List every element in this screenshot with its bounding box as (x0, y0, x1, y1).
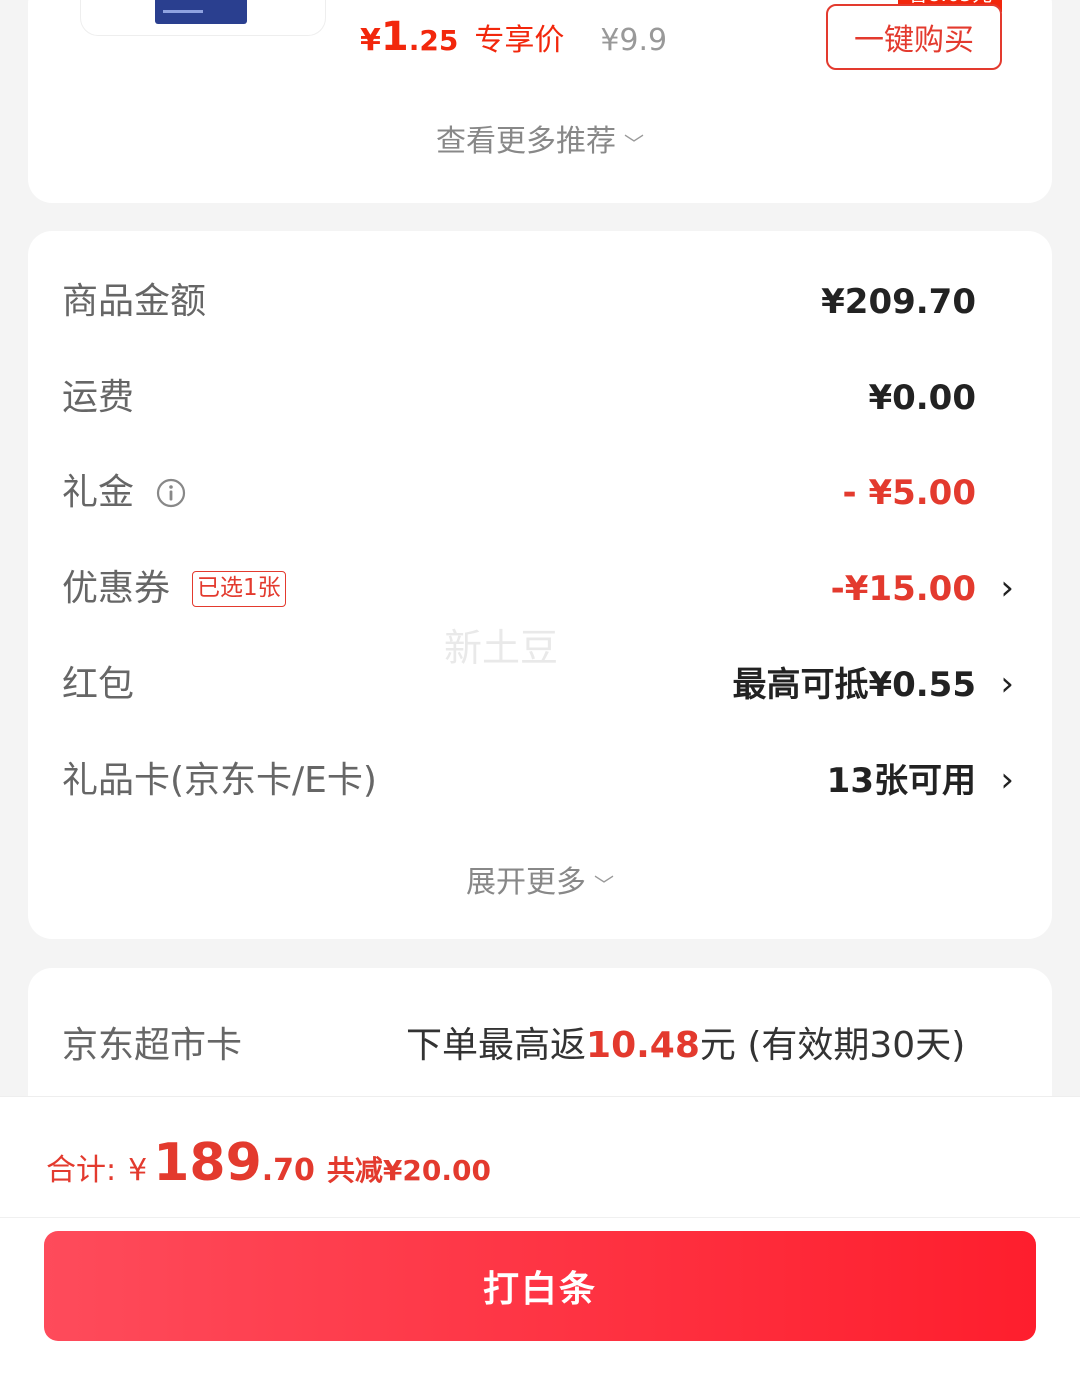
more-recommend-link[interactable]: 查看更多推荐 ﹀ (28, 116, 1052, 160)
amount-card: 新土豆 商品金额 ¥209.70 运费 ¥0.00 礼金 - ¥5.00 优惠券… (28, 231, 1052, 939)
supermarket-card-label: 京东超市卡 (62, 1025, 243, 1066)
coupon-row[interactable]: 优惠券 已选1张 -¥15.00 › (28, 559, 1052, 619)
chevron-down-icon: ﹀ (624, 132, 644, 156)
expand-more-label: 展开更多 (466, 865, 586, 900)
gift-card-row[interactable]: 礼品卡(京东卡/E卡) 13张可用 › (28, 751, 1052, 811)
shipping-row: 运费 ¥0.00 (28, 368, 1052, 428)
recommend-card: ¥ 1 .25 专享价 ¥9.9 省8.65元 一键购买 查看更多推荐﹀ (28, 0, 1052, 203)
total-decimal: .70 (261, 1153, 315, 1188)
recommend-price: ¥ 1 .25 专享价 ¥9.9 (360, 14, 667, 64)
product-image[interactable] (80, 0, 326, 36)
product-package-image (155, 0, 247, 24)
red-packet-value: 最高可抵¥0.55 (732, 665, 976, 705)
red-packet-label: 红包 (62, 664, 135, 705)
gift-money-value: - ¥5.00 (842, 473, 977, 513)
gift-card-label: 礼品卡(京东卡/E卡) (62, 760, 377, 801)
original-price: ¥9.9 (600, 23, 668, 58)
chevron-right-icon: › (1000, 664, 1014, 704)
total-label: 合计: (46, 1153, 117, 1188)
order-confirm-page: ¥ 1 .25 专享价 ¥9.9 省8.65元 一键购买 查看更多推荐﹀ 新土豆… (0, 0, 1080, 1373)
total-yen: ¥ (128, 1153, 148, 1188)
goods-amount-label: 商品金额 (62, 281, 207, 322)
goods-amount-value: ¥209.70 (821, 282, 976, 322)
price-yen: ¥ (360, 23, 381, 58)
coupon-value: -¥15.00 (830, 569, 976, 609)
shipping-label: 运费 (62, 377, 135, 418)
chevron-right-icon: › (1000, 760, 1014, 800)
bottom-checkout-bar: 合计: ¥ 189 .70 共减¥20.00 打白条 (0, 1096, 1080, 1373)
exclusive-price-label: 专享价 (474, 23, 565, 58)
chevron-right-icon: › (1000, 568, 1014, 608)
shipping-value: ¥0.00 (868, 378, 976, 418)
cashback-prefix: 下单最高返 (406, 1025, 587, 1066)
price-decimal: .25 (408, 24, 459, 57)
cashback-suffix: 元 (有效期30天) (699, 1025, 966, 1066)
expand-more-link[interactable]: 展开更多 ﹀ (28, 857, 1052, 901)
coupon-label: 优惠券 (62, 568, 171, 609)
red-packet-row[interactable]: 红包 最高可抵¥0.55 › (28, 655, 1052, 715)
gift-money-label: 礼金 (62, 472, 135, 513)
goods-amount-row: 商品金额 ¥209.70 (28, 272, 1052, 332)
chevron-down-icon: ﹀ (594, 873, 614, 897)
total-discount: 共减¥20.00 (326, 1154, 491, 1187)
supermarket-cashback-text: 下单最高返10.48元 (有效期30天) (406, 1016, 965, 1068)
pay-with-baitiao-button[interactable]: 打白条 (44, 1231, 1036, 1341)
cashback-amount: 10.48 (586, 1025, 700, 1066)
info-icon[interactable] (156, 478, 186, 508)
more-recommend-label: 查看更多推荐 (436, 124, 616, 159)
coupon-selected-badge: 已选1张 (192, 571, 286, 607)
one-click-buy-button[interactable]: 一键购买 (826, 4, 1002, 70)
total-integer: 189 (153, 1133, 262, 1193)
total-summary: 合计: ¥ 189 .70 共减¥20.00 (46, 1133, 491, 1193)
gift-money-row: 礼金 - ¥5.00 (28, 463, 1052, 523)
gift-card-value: 13张可用 (826, 761, 976, 801)
divider (0, 1217, 1080, 1218)
price-integer: 1 (380, 14, 409, 60)
